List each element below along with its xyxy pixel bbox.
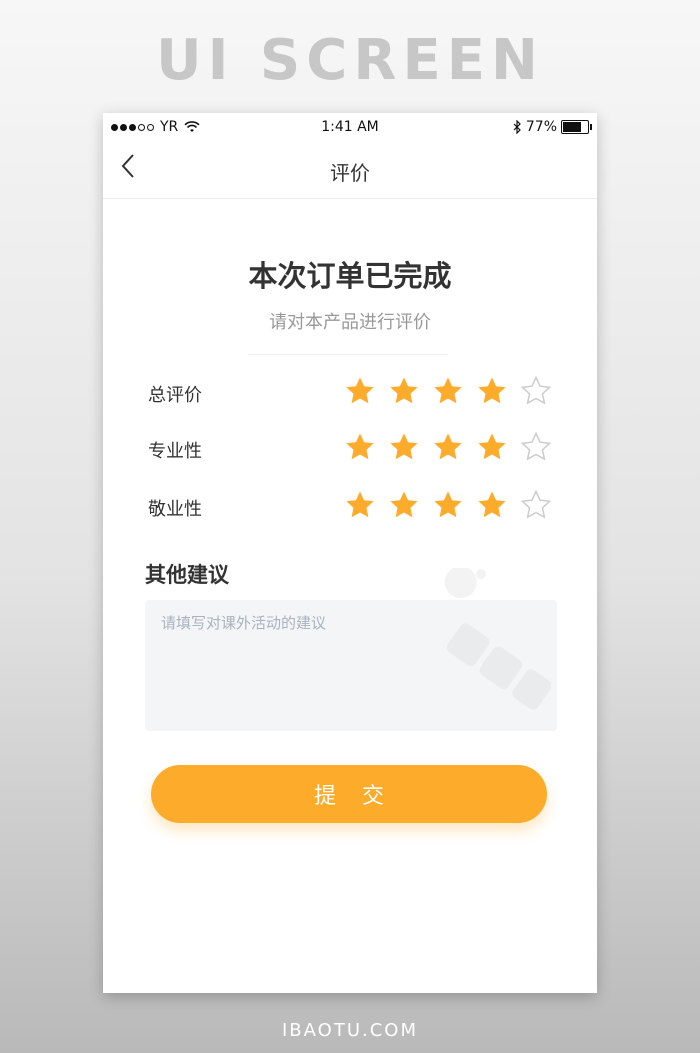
star-filled-icon[interactable] xyxy=(344,375,376,407)
star-rating xyxy=(344,489,552,521)
star-filled-icon[interactable] xyxy=(476,375,508,407)
status-right: 77% xyxy=(512,119,592,135)
star-filled-icon[interactable] xyxy=(476,489,508,521)
rating-row: 总评价 xyxy=(148,375,568,411)
star-filled-icon[interactable] xyxy=(344,431,376,463)
phone-screen: YR 1:41 AM 77% 评价 本次订单已完成 请对本产品进行评价 总评价专… xyxy=(103,113,597,993)
divider xyxy=(248,354,448,355)
star-rating xyxy=(344,375,552,407)
rating-label: 总评价 xyxy=(148,385,202,406)
submit-button[interactable]: 提交 xyxy=(151,765,547,823)
star-filled-icon[interactable] xyxy=(388,489,420,521)
star-filled-icon[interactable] xyxy=(476,431,508,463)
page-title: 评价 xyxy=(330,161,370,185)
navigation-bar: 评价 xyxy=(103,141,597,199)
rating-row: 专业性 xyxy=(148,431,568,467)
rating-label: 敬业性 xyxy=(148,499,202,520)
status-bar: YR 1:41 AM 77% xyxy=(103,113,597,141)
star-filled-icon[interactable] xyxy=(388,375,420,407)
star-empty-icon[interactable] xyxy=(520,489,552,521)
suggestions-title: 其他建议 xyxy=(145,563,229,587)
star-rating xyxy=(344,431,552,463)
star-filled-icon[interactable] xyxy=(344,489,376,521)
banner-title: UI SCREEN xyxy=(156,28,544,93)
suggestions-input[interactable] xyxy=(145,600,557,731)
star-filled-icon[interactable] xyxy=(432,489,464,521)
star-empty-icon[interactable] xyxy=(520,375,552,407)
battery-icon xyxy=(561,120,592,134)
rating-label: 专业性 xyxy=(148,441,202,462)
star-filled-icon[interactable] xyxy=(432,375,464,407)
order-complete-title: 本次订单已完成 xyxy=(248,259,452,293)
star-filled-icon[interactable] xyxy=(432,431,464,463)
rating-row: 敬业性 xyxy=(148,489,568,525)
footer-watermark: IBAOTU.COM xyxy=(282,1020,418,1041)
battery-percentage: 77% xyxy=(525,119,557,135)
bluetooth-icon xyxy=(513,120,521,134)
star-empty-icon[interactable] xyxy=(520,431,552,463)
star-filled-icon[interactable] xyxy=(388,431,420,463)
rating-prompt: 请对本产品进行评价 xyxy=(269,312,431,333)
